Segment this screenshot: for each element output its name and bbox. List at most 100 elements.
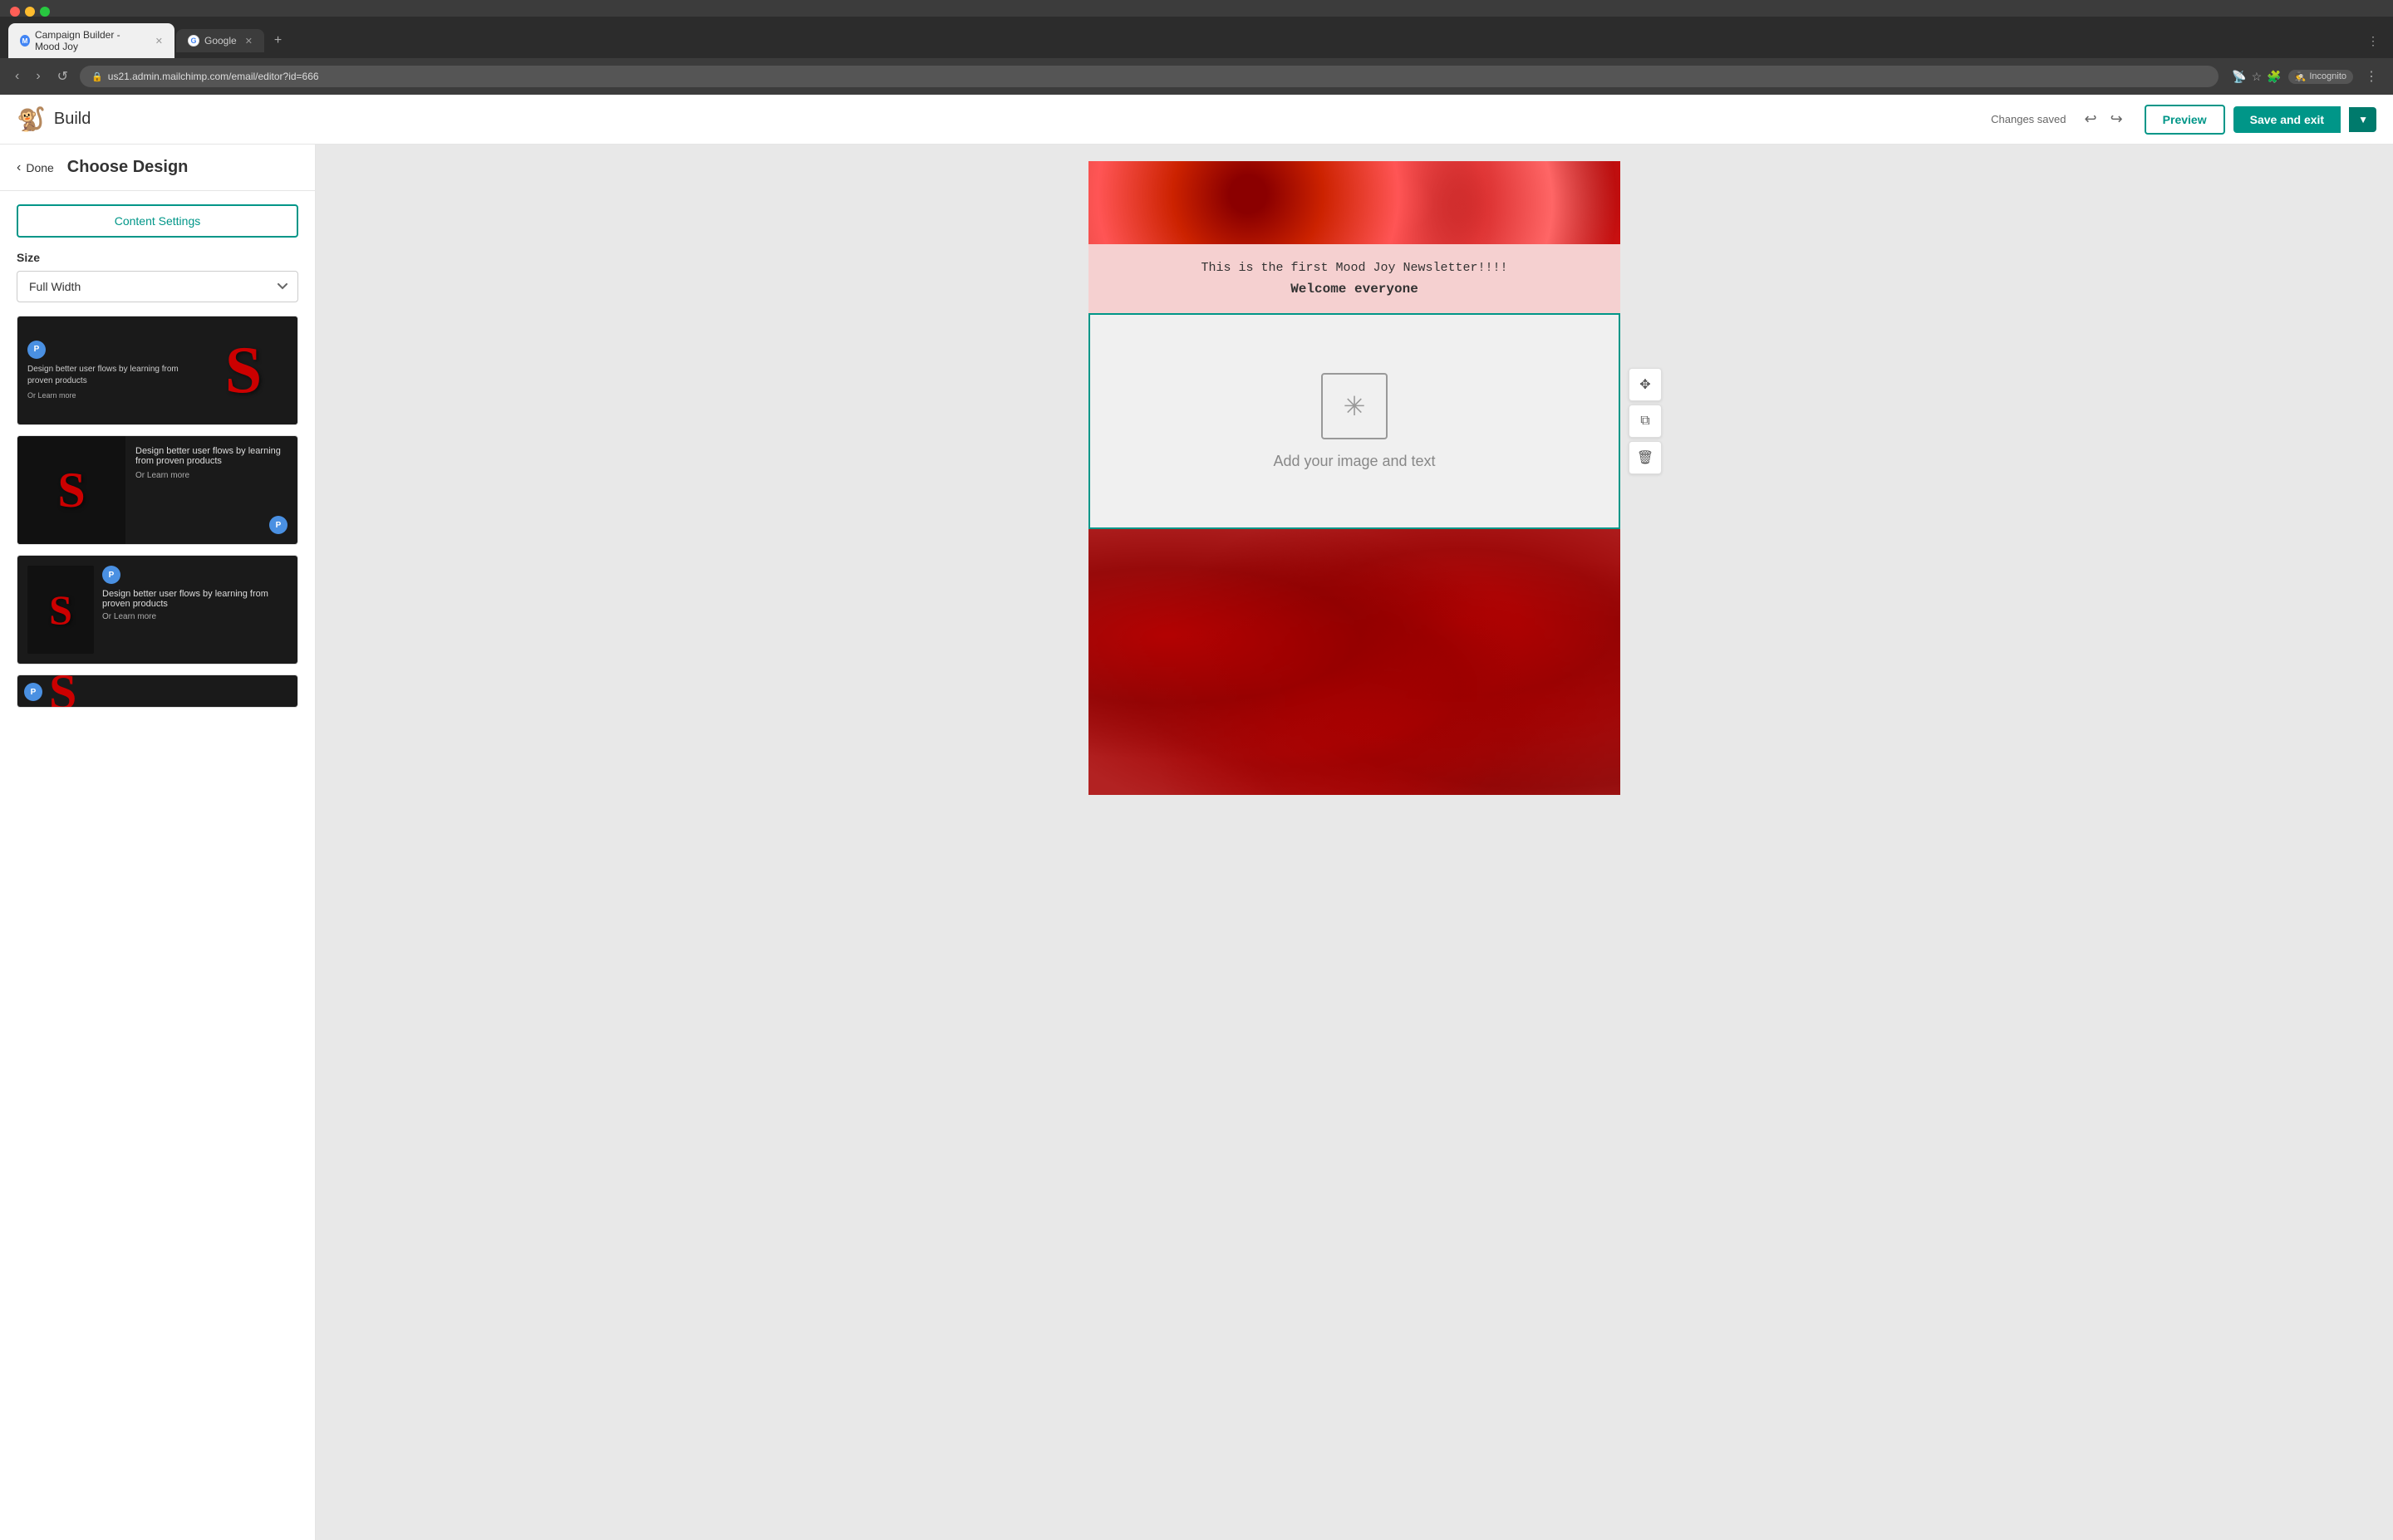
app-header: 🐒 Build Changes saved ↩ ↪ Preview Save a… <box>0 95 2393 145</box>
email-welcome-section: This is the first Mood Joy Newsletter!!!… <box>1088 244 1620 313</box>
design-card-1[interactable]: P Design better user flows by learning f… <box>17 316 298 425</box>
tab-campaign-builder[interactable]: M Campaign Builder - Mood Joy ✕ <box>8 23 174 58</box>
content-settings-btn[interactable]: Content Settings <box>17 204 298 238</box>
new-tab-btn[interactable]: + <box>266 27 290 54</box>
maximize-window-btn[interactable] <box>40 7 50 17</box>
email-content-block[interactable]: ✳ Add your image and text <box>1088 313 1620 529</box>
panel-title: Choose Design <box>67 158 189 177</box>
card1-image-section: S <box>189 316 297 424</box>
card2-s-logo: S <box>57 462 85 519</box>
card3-text-section: P Design better user flows by learning f… <box>102 566 287 654</box>
tab1-label: Campaign Builder - Mood Joy <box>35 29 147 52</box>
intro-text-after: Newsletter!!!! <box>1403 261 1508 275</box>
card3-description: Design better user flows by learning fro… <box>102 589 287 609</box>
left-panel: ‹ Done Choose Design Content Settings Si… <box>0 145 316 1540</box>
header-status: Changes saved ↩ ↪ <box>1991 105 2128 133</box>
minimize-window-btn[interactable] <box>25 7 35 17</box>
forward-btn[interactable]: › <box>31 66 45 87</box>
done-label: Done <box>26 161 53 174</box>
save-exit-button[interactable]: Save and exit <box>2233 106 2341 133</box>
move-icon: ✥ <box>1639 376 1650 393</box>
design-card-3[interactable]: S P Design better user flows by learning… <box>17 555 298 665</box>
email-welcome-text: Welcome everyone <box>1105 282 1604 297</box>
preview-button[interactable]: Preview <box>2145 105 2225 135</box>
panel-header: ‹ Done Choose Design <box>0 145 315 191</box>
card1-badge: P <box>27 341 46 359</box>
cast-icon[interactable]: 📡 <box>2232 70 2246 84</box>
tab-menu-btn[interactable]: ⋮ <box>2361 28 2385 54</box>
content-block-icon: ✳ <box>1321 373 1388 439</box>
mailchimp-logo-icon: 🐒 <box>17 105 46 133</box>
tab-google[interactable]: G Google ✕ <box>176 29 264 52</box>
header-actions: Preview Save and exit ▼ <box>2145 105 2376 135</box>
delete-btn[interactable]: 🗑 <box>1629 441 1662 474</box>
duplicate-icon: ⧉ <box>1640 414 1649 429</box>
card2-learn-more: Or Learn more <box>135 471 287 480</box>
design-cards-list: P Design better user flows by learning f… <box>17 316 298 708</box>
changes-saved-text: Changes saved <box>1991 113 2066 125</box>
content-block-placeholder-text: Add your image and text <box>1273 453 1435 470</box>
card2-inner: S Design better user flows by learning f… <box>17 436 297 544</box>
card3-image-section: S <box>27 566 94 654</box>
extensions-icon[interactable]: 🧩 <box>2267 70 2281 84</box>
redo-btn[interactable]: ↪ <box>2106 105 2128 133</box>
design-card-2[interactable]: S Design better user flows by learning f… <box>17 435 298 545</box>
address-bar[interactable]: 🔒 us21.admin.mailchimp.com/email/editor?… <box>80 66 2219 87</box>
email-flowers-top <box>1088 161 1620 244</box>
google-favicon: G <box>188 35 199 47</box>
delete-icon: 🗑 <box>1637 449 1653 466</box>
intro-text-before: This is the first <box>1201 261 1328 275</box>
app-title: Build <box>54 110 91 129</box>
card2-image-section: S <box>17 436 125 544</box>
mailchimp-favicon: M <box>20 35 30 47</box>
incognito-badge: 🕵 Incognito <box>2288 70 2353 84</box>
card4-s-logo: S <box>49 674 76 708</box>
done-back-link[interactable]: ‹ Done <box>17 160 54 175</box>
email-intro-text: This is the first Mood Joy Newsletter!!!… <box>1105 261 1604 275</box>
card3-learn-more: Or Learn more <box>102 612 287 621</box>
design-card-4[interactable]: P S <box>17 674 298 708</box>
back-btn[interactable]: ‹ <box>10 66 24 87</box>
card1-learn-more: Or Learn more <box>27 390 179 401</box>
panel-content: Content Settings Size Full Width P Desig… <box>0 191 315 1540</box>
right-area: This is the first Mood Joy Newsletter!!!… <box>316 145 2393 1540</box>
tab1-close[interactable]: ✕ <box>155 36 163 47</box>
star-icon[interactable]: ☆ <box>2252 70 2263 84</box>
card3-badge: P <box>102 566 120 584</box>
incognito-label: Incognito <box>2309 71 2346 81</box>
email-content-block-wrapper: ✳ Add your image and text ✥ ⧉ 🗑 <box>1088 313 1620 529</box>
card1-s-logo: S <box>225 333 263 409</box>
tab-bar: M Campaign Builder - Mood Joy ✕ G Google… <box>0 17 2393 58</box>
url-text: us21.admin.mailchimp.com/email/editor?id… <box>108 71 319 82</box>
size-label: Size <box>17 251 298 264</box>
card1-text-section: P Design better user flows by learning f… <box>17 316 189 424</box>
tab2-label: Google <box>204 35 237 47</box>
email-canvas: This is the first Mood Joy Newsletter!!!… <box>1088 161 1620 795</box>
card3-s-logo: S <box>49 586 72 634</box>
image-placeholder-icon: ✳ <box>1344 390 1366 422</box>
move-btn[interactable]: ✥ <box>1629 368 1662 401</box>
intro-link[interactable]: Mood Joy <box>1335 261 1395 275</box>
undo-redo-group: ↩ ↪ <box>2079 105 2127 133</box>
main-layout: ‹ Done Choose Design Content Settings Si… <box>0 145 2393 1540</box>
tab2-close[interactable]: ✕ <box>245 36 253 47</box>
flower-image-bottom <box>1088 529 1620 795</box>
browser-menu-btn[interactable]: ⋮ <box>2360 65 2383 88</box>
email-flowers-bottom <box>1088 529 1620 795</box>
address-bar-row: ‹ › ↺ 🔒 us21.admin.mailchimp.com/email/e… <box>0 58 2393 95</box>
undo-btn[interactable]: ↩ <box>2079 105 2101 133</box>
close-window-btn[interactable] <box>10 7 20 17</box>
lock-icon: 🔒 <box>91 71 103 82</box>
card3-inner: S P Design better user flows by learning… <box>17 556 297 664</box>
card4-badge: P <box>24 683 42 701</box>
save-dropdown-btn[interactable]: ▼ <box>2349 107 2376 132</box>
duplicate-btn[interactable]: ⧉ <box>1629 405 1662 438</box>
app-logo: 🐒 Build <box>17 105 91 133</box>
floating-toolbar: ✥ ⧉ 🗑 <box>1629 368 1662 474</box>
window-controls <box>0 0 2393 17</box>
size-select[interactable]: Full Width <box>17 271 298 302</box>
browser-toolbar-icons: 📡 ☆ 🧩 <box>2232 70 2281 84</box>
flower-image-top <box>1088 161 1620 244</box>
card2-badge: P <box>269 516 287 534</box>
refresh-btn[interactable]: ↺ <box>52 65 73 88</box>
